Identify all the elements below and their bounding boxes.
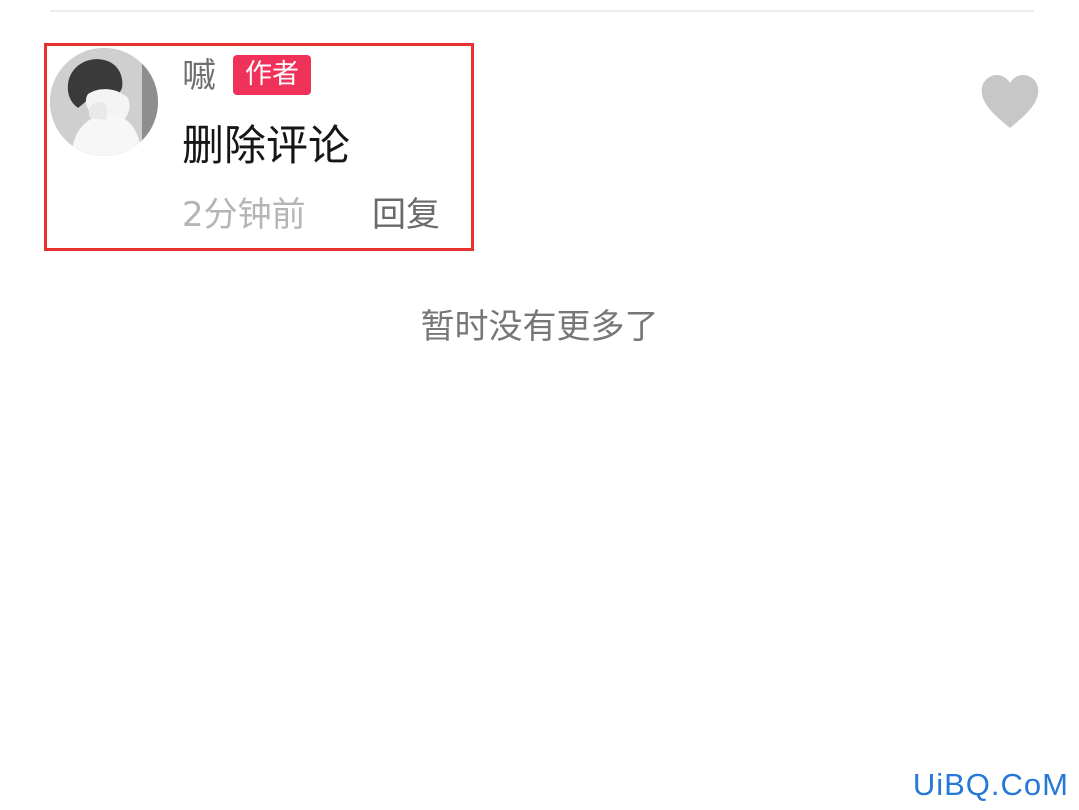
comment-timestamp: 2分钟前 bbox=[182, 195, 306, 235]
like-button[interactable] bbox=[980, 74, 1040, 130]
reply-button[interactable]: 回复 bbox=[372, 192, 440, 238]
site-watermark: UiBQ.CoM bbox=[912, 767, 1069, 802]
comment-username[interactable]: 嘁 bbox=[182, 54, 216, 98]
no-more-comments-text: 暂时没有更多了 bbox=[420, 307, 659, 347]
heart-icon bbox=[981, 75, 1039, 128]
comment-text[interactable]: 删除评论 bbox=[182, 118, 350, 174]
author-badge: 作者 bbox=[233, 55, 311, 95]
avatar-image bbox=[50, 48, 158, 156]
avatar[interactable] bbox=[50, 48, 158, 156]
top-divider bbox=[50, 10, 1034, 12]
